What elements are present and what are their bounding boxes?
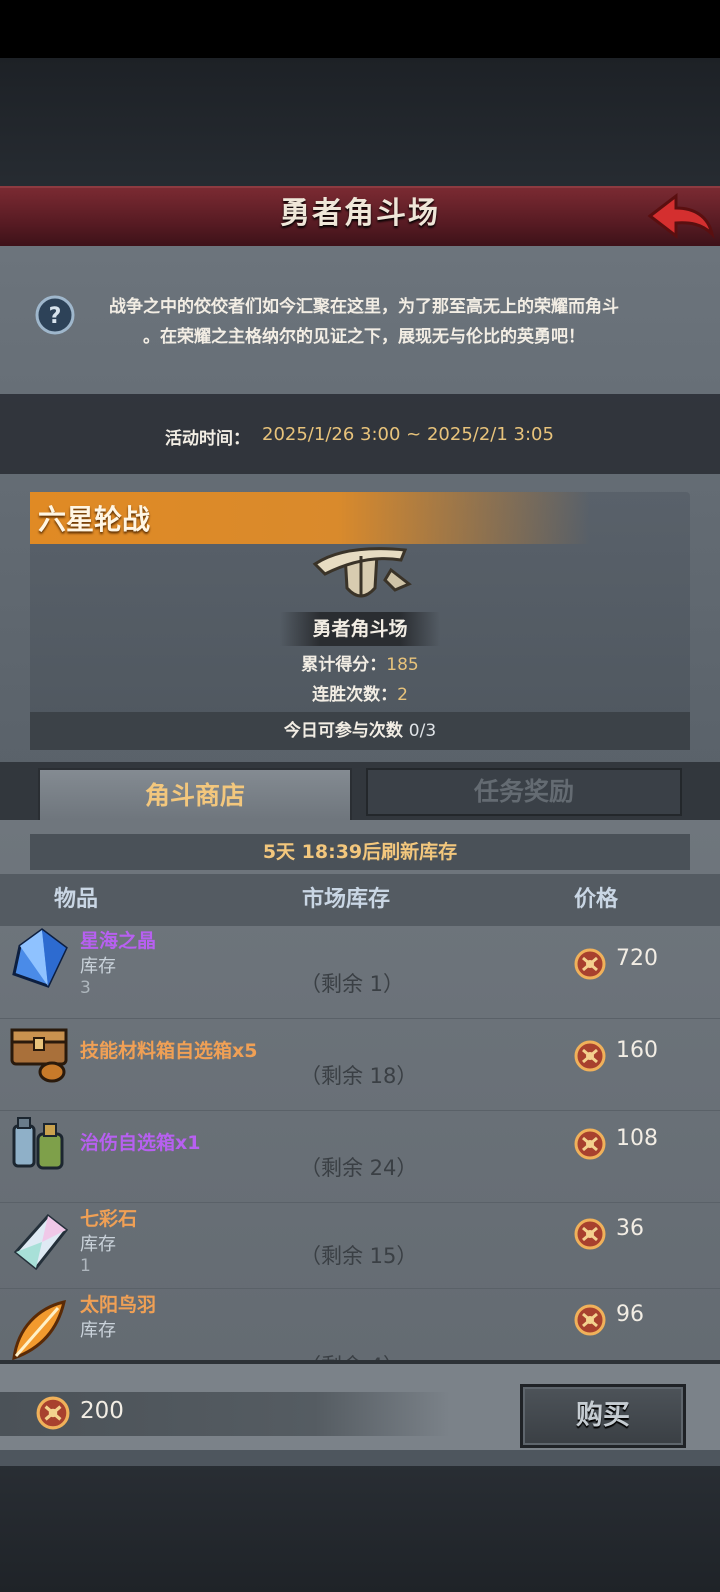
arena-medal-coin-icon [574, 1040, 606, 1072]
score-value: 185 [386, 655, 419, 675]
item-price: 160 [616, 1038, 658, 1063]
question-icon[interactable]: ? [34, 294, 76, 336]
item-remaining: （剩余 24） [300, 1156, 418, 1180]
buy-button-label: 购买 [576, 1400, 630, 1431]
attempts-value: 0/3 [408, 721, 437, 741]
item-name: 星海之晶 [80, 930, 157, 952]
attempts-label: 今日可参与次数 [283, 721, 403, 741]
arena-medal-coin-icon [574, 1128, 606, 1160]
arena-medal-coin-icon [574, 1304, 606, 1336]
streak-line: 连胜次数：2 [0, 680, 720, 705]
treasure-chest-icon [8, 1022, 70, 1084]
item-name: 太阳鸟羽 [80, 1294, 157, 1316]
streak-value: 2 [397, 685, 408, 705]
item-name: 七彩石 [80, 1208, 138, 1230]
sunbird-feather-icon [8, 1298, 70, 1360]
item-stock-label: 库存 [80, 1320, 116, 1341]
item-price: 108 [616, 1126, 658, 1151]
shield-banner-icon [305, 540, 417, 612]
description-line-1: 战争之中的佼佼者们如今汇聚在这里，为了那至高无上的荣耀而角斗 [109, 297, 619, 317]
column-stock: 市场库存 [302, 887, 391, 912]
item-name: 治伤自选箱x1 [80, 1132, 201, 1154]
item-stock-value: 1 [80, 1256, 91, 1276]
tab-task-rewards-label: 任务奖励 [473, 777, 574, 806]
refresh-countdown: 5天 18:39后刷新库存 [262, 841, 458, 863]
page-title: 勇者角斗场 [280, 196, 440, 231]
description-line-2: 。在荣耀之主格纳尔的见证之下，展现无与伦比的英勇吧！ [143, 327, 585, 347]
back-arrow-icon[interactable] [646, 190, 716, 242]
item-remaining: （剩余 4） [300, 1350, 404, 1360]
streak-label: 连胜次数： [312, 685, 398, 705]
item-stock-label: 库存 [80, 1234, 116, 1255]
item-stock-label: 库存 [80, 956, 116, 977]
arena-medal-coin-icon [574, 1218, 606, 1250]
item-remaining: （剩余 15） [300, 1244, 418, 1268]
item-remaining: （剩余 1） [300, 972, 405, 996]
item-price: 36 [616, 1216, 644, 1241]
svg-text:?: ? [49, 304, 62, 329]
shop-item-row[interactable]: 太阳鸟羽 库存 （剩余 4） 96 [0, 1288, 720, 1360]
rainbow-crystal-icon [8, 1212, 70, 1274]
shop-item-row[interactable]: 技能材料箱自选箱x5 （剩余 18） 160 [0, 1018, 720, 1111]
tab-arena-shop-label: 角斗商店 [144, 781, 245, 810]
shop-item-list: 星海之晶 库存 3 （剩余 1） 720 技能材料箱自选箱x5 （剩余 18） … [0, 926, 720, 1360]
shop-item-row[interactable]: 星海之晶 库存 3 （剩余 1） 720 [0, 926, 720, 1019]
blue-crystal-icon [8, 928, 70, 990]
attempts-line: 今日可参与次数 0/3 [30, 712, 690, 750]
item-name: 技能材料箱自选箱x5 [80, 1040, 258, 1062]
shop-item-row[interactable]: 七彩石 库存 1 （剩余 15） 36 [0, 1202, 720, 1289]
arena-medal-coin-icon [36, 1396, 70, 1430]
item-remaining: （剩余 18） [300, 1064, 418, 1088]
event-description: 战争之中的佼佼者们如今汇聚在这里，为了那至高无上的荣耀而角斗 。在荣耀之主格纳尔… [84, 292, 644, 352]
score-line: 累计得分：185 [0, 650, 720, 675]
currency-balance: 200 [80, 1398, 124, 1424]
item-stock-value: 3 [80, 978, 91, 998]
event-time-label: 活动时间： [165, 429, 250, 449]
arena-shop-screen: 勇者角斗场 ? 战争之中的佼佼者们如今汇聚在这里，为了那至高无上的荣耀而角斗 。… [0, 0, 720, 1592]
column-price: 价格 [574, 887, 619, 912]
potion-bottles-icon [8, 1114, 70, 1176]
column-item: 物品 [54, 887, 99, 912]
mode-tag-label: 六星轮战 [38, 503, 151, 536]
item-price: 720 [616, 946, 658, 971]
shop-item-row[interactable]: 治伤自选箱x1 （剩余 24） 108 [0, 1110, 720, 1203]
arena-medal-coin-icon [574, 948, 606, 980]
item-price: 96 [616, 1302, 644, 1327]
arena-name: 勇者角斗场 [312, 618, 408, 640]
event-time-value: 2025/1/26 3:00 ~ 2025/2/1 3:05 [262, 424, 554, 445]
score-label: 累计得分： [301, 655, 387, 675]
